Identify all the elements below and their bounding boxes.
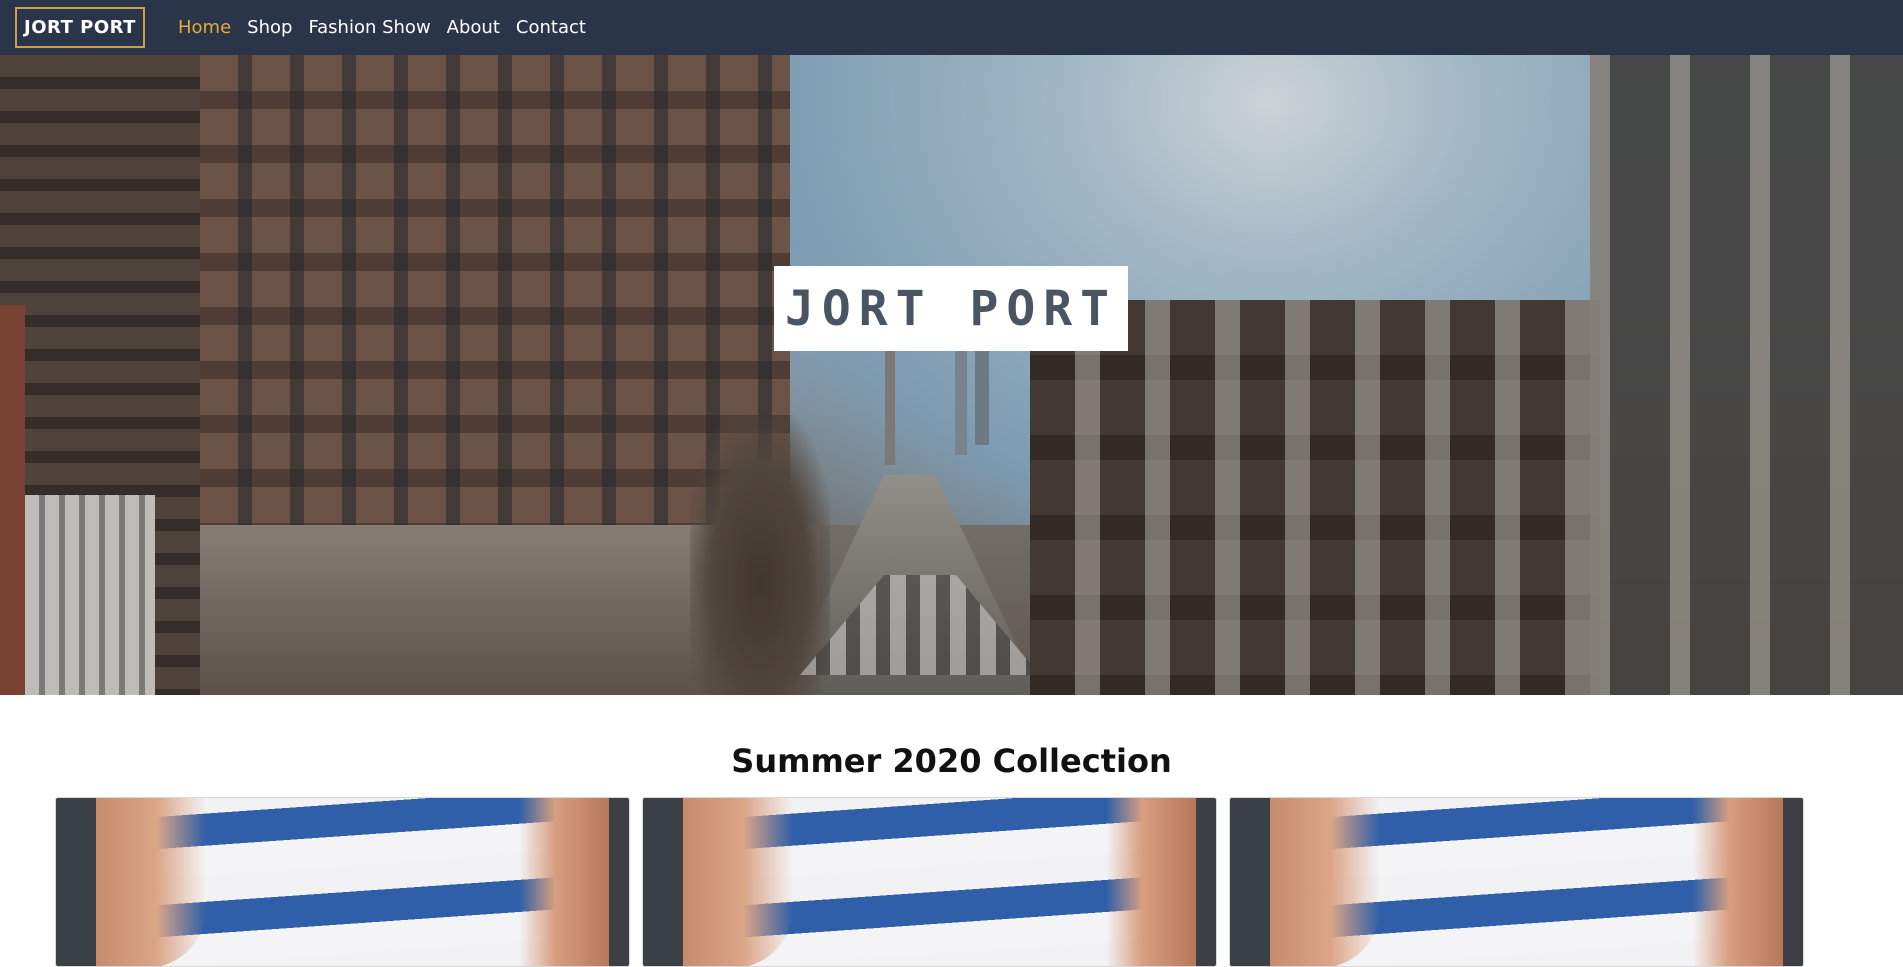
nav-link-home[interactable]: Home xyxy=(170,0,239,55)
product-card[interactable] xyxy=(642,797,1217,967)
collection-title: Summer 2020 Collection xyxy=(731,742,1172,780)
hero-logo-text: JORT PORT xyxy=(784,280,1118,337)
product-image-arm xyxy=(1270,798,1380,966)
product-image-arm xyxy=(519,798,609,966)
product-cards xyxy=(55,797,1805,967)
nav-link-contact[interactable]: Contact xyxy=(508,0,594,55)
nav-link-shop[interactable]: Shop xyxy=(239,0,300,55)
product-image-arm xyxy=(683,798,793,966)
nav-links: Home Shop Fashion Show About Contact xyxy=(170,0,594,55)
product-card[interactable] xyxy=(1229,797,1804,967)
nav-link-about[interactable]: About xyxy=(439,0,508,55)
product-card[interactable] xyxy=(55,797,630,967)
top-navbar: JORT PORT Home Shop Fashion Show About C… xyxy=(0,0,1903,55)
nav-link-fashion-show[interactable]: Fashion Show xyxy=(300,0,438,55)
product-image-arm xyxy=(1106,798,1196,966)
product-image-arm xyxy=(1693,798,1783,966)
hero-logo: JORT PORT xyxy=(774,266,1128,351)
brand-logo[interactable]: JORT PORT xyxy=(15,7,145,48)
hero-banner: JORT PORT xyxy=(0,55,1903,695)
hero-overlay xyxy=(0,55,1903,695)
product-image-arm xyxy=(96,798,206,966)
